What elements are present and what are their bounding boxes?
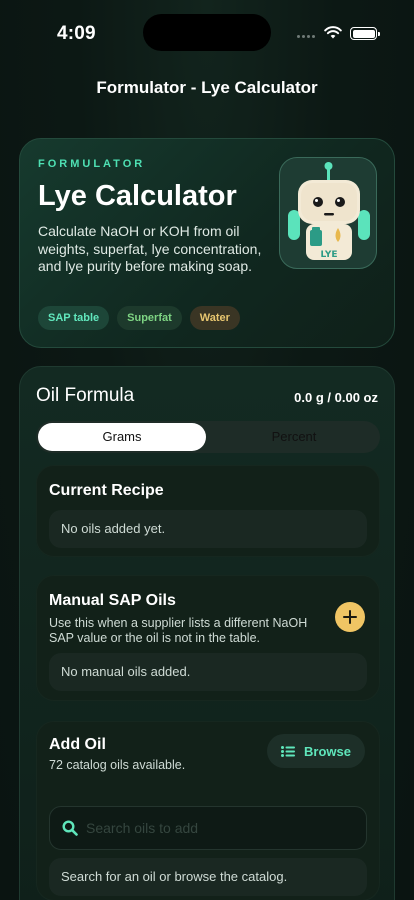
hero-title: Lye Calculator <box>38 180 237 212</box>
oil-formula-card: Oil Formula 0.0 g / 0.00 oz Grams Percen… <box>19 366 395 900</box>
battery-icon <box>350 27 380 40</box>
hero-chips: SAP table Superfat Water <box>38 306 240 330</box>
mascot-lye-label: LYE <box>321 250 338 260</box>
manual-sap-empty: No manual oils added. <box>49 653 367 691</box>
chip-superfat: Superfat <box>117 306 182 330</box>
hero-eyebrow: FORMULATOR <box>38 158 146 170</box>
add-manual-oil-button[interactable] <box>335 602 365 632</box>
add-oil-subtitle: 72 catalog oils available. <box>49 758 186 772</box>
manual-sap-title: Manual SAP Oils <box>49 592 176 609</box>
hero-description: Calculate NaOH or KOH from oil weights, … <box>38 223 262 274</box>
current-recipe-empty: No oils added yet. <box>49 510 367 548</box>
manual-sap-description: Use this when a supplier lists a differe… <box>49 616 308 645</box>
add-oil-panel: Add Oil 72 catalog oils available. Brows… <box>36 721 380 900</box>
status-bar: 4:09 <box>0 0 414 60</box>
dynamic-island <box>143 14 271 51</box>
unit-segmented-control: Grams Percent <box>36 421 380 453</box>
oil-search-field[interactable] <box>49 806 367 850</box>
current-recipe-panel: Current Recipe No oils added yet. <box>36 465 380 557</box>
current-recipe-title: Current Recipe <box>49 482 164 499</box>
nav-title: Formulator - Lye Calculator <box>96 78 318 97</box>
hero-card: FORMULATOR Lye Calculator Calculate NaOH… <box>19 138 395 348</box>
chip-water: Water <box>189 306 240 330</box>
chip-sap-table: SAP table <box>38 306 110 330</box>
search-icon <box>62 820 78 836</box>
oil-formula-total: 0.0 g / 0.00 oz <box>294 390 378 405</box>
add-oil-title: Add Oil <box>49 736 106 753</box>
segment-percent[interactable]: Percent <box>210 423 378 451</box>
cellular-signal-icon <box>297 35 315 38</box>
robot-mascot-icon: LYE <box>279 157 377 269</box>
manual-sap-panel: Manual SAP Oils Use this when a supplier… <box>36 575 380 701</box>
list-icon <box>281 745 296 757</box>
browse-button[interactable]: Browse <box>267 734 365 768</box>
oil-formula-title: Oil Formula <box>36 385 135 406</box>
browse-label: Browse <box>304 743 351 759</box>
search-input[interactable] <box>86 807 356 849</box>
segment-grams[interactable]: Grams <box>38 423 206 451</box>
status-time: 4:09 <box>57 23 96 44</box>
add-oil-hint: Search for an oil or browse the catalog. <box>49 858 367 896</box>
wifi-icon <box>324 26 342 39</box>
